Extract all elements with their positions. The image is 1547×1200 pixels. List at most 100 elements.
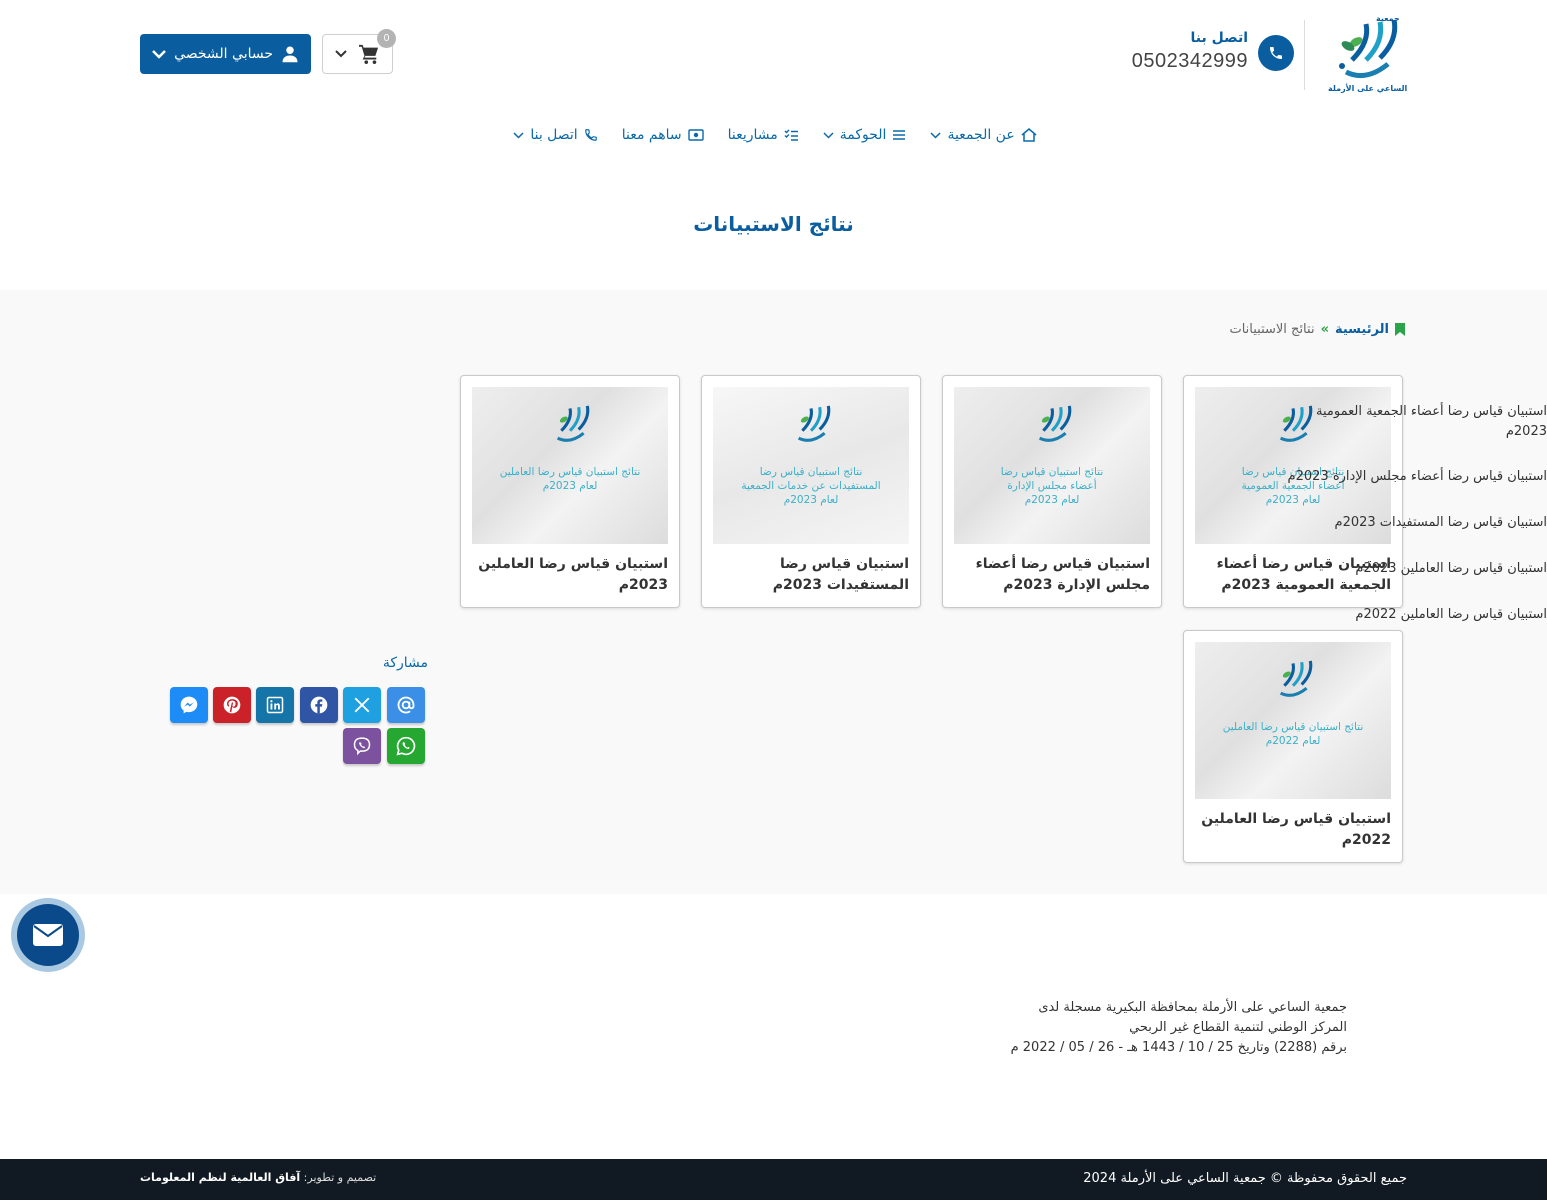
sidebar-link[interactable]: استبيان قياس رضا أعضاء مجلس الإدارة 2023… xyxy=(1281,467,1547,487)
developer-credit: تصميم و تطوير: آفاق العالمية لنظم المعلو… xyxy=(140,1171,376,1184)
logo-icon xyxy=(797,405,831,442)
site-logo[interactable]: جمعية الساعي على الأرملة xyxy=(1326,12,1408,96)
linkedin-icon xyxy=(266,696,284,714)
survey-card[interactable]: نتائج استبيان قياس رضا العاملين لعام 202… xyxy=(1183,630,1403,863)
list-icon xyxy=(893,130,906,140)
breadcrumb: الرئيسية » نتائج الاستبيانات xyxy=(1100,322,1405,337)
breadcrumb-separator: » xyxy=(1320,322,1329,337)
x-icon xyxy=(354,697,370,713)
card-thumbnail: نتائج استبيان قياس رضا المستفيدات عن خدم… xyxy=(713,387,909,544)
card-thumbnail: نتائج استبيان قياس رضا العاملين لعام 202… xyxy=(472,387,668,544)
share-whatsapp-button[interactable] xyxy=(387,728,425,764)
nav-item-label: ساهم معنا xyxy=(621,127,682,143)
share-messenger-button[interactable] xyxy=(170,687,208,723)
thumb-text-line: أعضاء مجلس الإدارة xyxy=(1007,480,1097,492)
share-x-button[interactable] xyxy=(343,687,381,723)
cart-count-badge: 0 xyxy=(377,29,396,48)
chevron-down-icon xyxy=(930,131,941,139)
breadcrumb-home-link[interactable]: الرئيسية xyxy=(1335,322,1389,337)
share-label: مشاركة xyxy=(382,655,428,671)
footer-about-line: برقم (2288) وتاريخ 25 / 10 / 1443 هـ - 2… xyxy=(1010,1040,1347,1055)
nav-item-governance[interactable]: الحوكمة xyxy=(823,127,907,143)
thumb-text-line: نتائج استبيان قياس رضا xyxy=(1000,466,1104,478)
chevron-down-icon xyxy=(335,50,347,58)
phone-icon xyxy=(584,129,597,141)
contact-mail-button[interactable] xyxy=(11,898,85,972)
share-pinterest-button[interactable] xyxy=(213,687,251,723)
page-title: نتائج الاستبيانات xyxy=(693,212,854,236)
footer-about-line: جمعية الساعي على الأرملة بمحافظة البكيري… xyxy=(1038,1000,1347,1015)
main-nav: عن الجمعية الحوكمة مشاريعنا ساهم معنا ات… xyxy=(480,120,1070,150)
card-thumbnail: نتائج استبيان قياس رضا أعضاء مجلس الإدار… xyxy=(954,387,1150,544)
home-icon xyxy=(1021,128,1037,142)
nav-item-label: عن الجمعية xyxy=(947,127,1015,143)
cart-icon xyxy=(359,44,379,64)
thumb-text-line: نتائج استبيان قياس رضا xyxy=(759,466,863,478)
phone-call-button[interactable] xyxy=(1258,35,1294,71)
survey-card[interactable]: نتائج استبيان قياس رضا المستفيدات عن خدم… xyxy=(701,375,921,608)
credit-company-link[interactable]: آفاق العالمية لنظم المعلومات xyxy=(140,1171,300,1184)
thumb-text-line: المستفيدات عن خدمات الجمعية xyxy=(741,480,881,492)
logo-text: الساعي على الأرملة xyxy=(1328,84,1408,93)
checklist-icon xyxy=(784,129,798,141)
logo-icon xyxy=(556,405,590,442)
nav-item-label: اتصل بنا xyxy=(530,127,578,143)
chevron-down-icon xyxy=(513,131,524,139)
survey-card[interactable]: نتائج استبيان قياس رضا أعضاء مجلس الإدار… xyxy=(942,375,1162,608)
thumb-text-line: نتائج استبيان قياس رضا العاملين xyxy=(499,466,641,478)
facebook-icon xyxy=(310,696,328,714)
survey-card[interactable]: نتائج استبيان قياس رضا العاملين لعام 202… xyxy=(460,375,680,608)
share-viber-button[interactable] xyxy=(343,728,381,764)
thumb-text-line: لعام 2023م xyxy=(542,480,598,492)
sidebar-link[interactable]: استبيان قياس رضا العاملين 2023م xyxy=(1281,559,1547,579)
nav-item-contribute[interactable]: ساهم معنا xyxy=(622,127,704,143)
nav-item-about[interactable]: عن الجمعية xyxy=(930,127,1037,143)
messenger-icon xyxy=(180,696,198,714)
nav-item-contact[interactable]: اتصل بنا xyxy=(513,127,597,143)
chevron-down-icon xyxy=(823,131,834,139)
at-icon xyxy=(397,696,415,714)
money-icon xyxy=(687,129,704,141)
logo-icon xyxy=(1038,405,1072,442)
bookmark-icon xyxy=(1395,323,1405,336)
pinterest-icon xyxy=(223,696,241,714)
card-title[interactable]: استبيان قياس رضا العاملين 2022م xyxy=(1195,809,1391,851)
site-header: جمعية الساعي على الأرملة اتصل بنا 050234… xyxy=(0,0,1547,100)
sidebar-link[interactable]: استبيان قياس رضا المستفيدات 2023م xyxy=(1281,513,1547,533)
thumb-text-line: لعام 2023م xyxy=(1024,494,1080,506)
contact-label: اتصل بنا xyxy=(1190,30,1248,46)
phone-number[interactable]: 0502342999 xyxy=(1120,50,1248,73)
card-title[interactable]: استبيان قياس رضا أعضاء مجلس الإدارة 2023… xyxy=(954,554,1150,596)
share-email-button[interactable] xyxy=(387,687,425,723)
logo-tag: جمعية xyxy=(1376,14,1400,23)
thumb-text-line: نتائج استبيان قياس رضا العاملين xyxy=(1222,721,1364,733)
user-icon xyxy=(282,46,298,63)
account-button[interactable]: حسابي الشخصي xyxy=(140,34,311,74)
copyright-text: جميع الحقوق محفوظة © جمعية الساعي على ال… xyxy=(1083,1171,1407,1186)
viber-icon xyxy=(353,737,371,756)
envelope-icon xyxy=(33,924,63,946)
share-facebook-button[interactable] xyxy=(300,687,338,723)
breadcrumb-current: نتائج الاستبيانات xyxy=(1229,322,1315,337)
chevron-down-icon xyxy=(152,49,166,59)
phone-icon xyxy=(1270,47,1282,59)
header-divider xyxy=(1304,20,1305,90)
sidebar-link[interactable]: استبيان قياس رضا العاملين 2022م xyxy=(1281,605,1547,625)
logo-icon xyxy=(1279,660,1313,697)
nav-item-label: الحوكمة xyxy=(839,127,887,143)
footer-bar: جميع الحقوق محفوظة © جمعية الساعي على ال… xyxy=(0,1159,1547,1200)
card-title[interactable]: استبيان قياس رضا العاملين 2023م xyxy=(472,554,668,596)
footer-about-line: المركز الوطني لتنمية القطاع غير الربحي xyxy=(1129,1020,1347,1035)
credit-prefix: تصميم و تطوير: xyxy=(303,1171,377,1184)
card-title[interactable]: استبيان قياس رضا المستفيدات 2023م xyxy=(713,554,909,596)
thumb-text-line: لعام 2023م xyxy=(783,494,839,506)
nav-item-projects[interactable]: مشاريعنا xyxy=(728,127,799,143)
nav-item-label: مشاريعنا xyxy=(727,127,778,143)
footer-about: جمعية الساعي على الأرملة بمحافظة البكيري… xyxy=(990,998,1347,1058)
account-label: حسابي الشخصي xyxy=(174,46,273,62)
share-linkedin-button[interactable] xyxy=(256,687,294,723)
whatsapp-icon xyxy=(396,736,416,756)
sidebar-link[interactable]: استبيان قياس رضا أعضاء الجمعية العمومية … xyxy=(1281,402,1547,442)
thumb-text-line: لعام 2022م xyxy=(1265,735,1321,747)
thumb-text-line: لعام 2023م xyxy=(1265,494,1321,506)
